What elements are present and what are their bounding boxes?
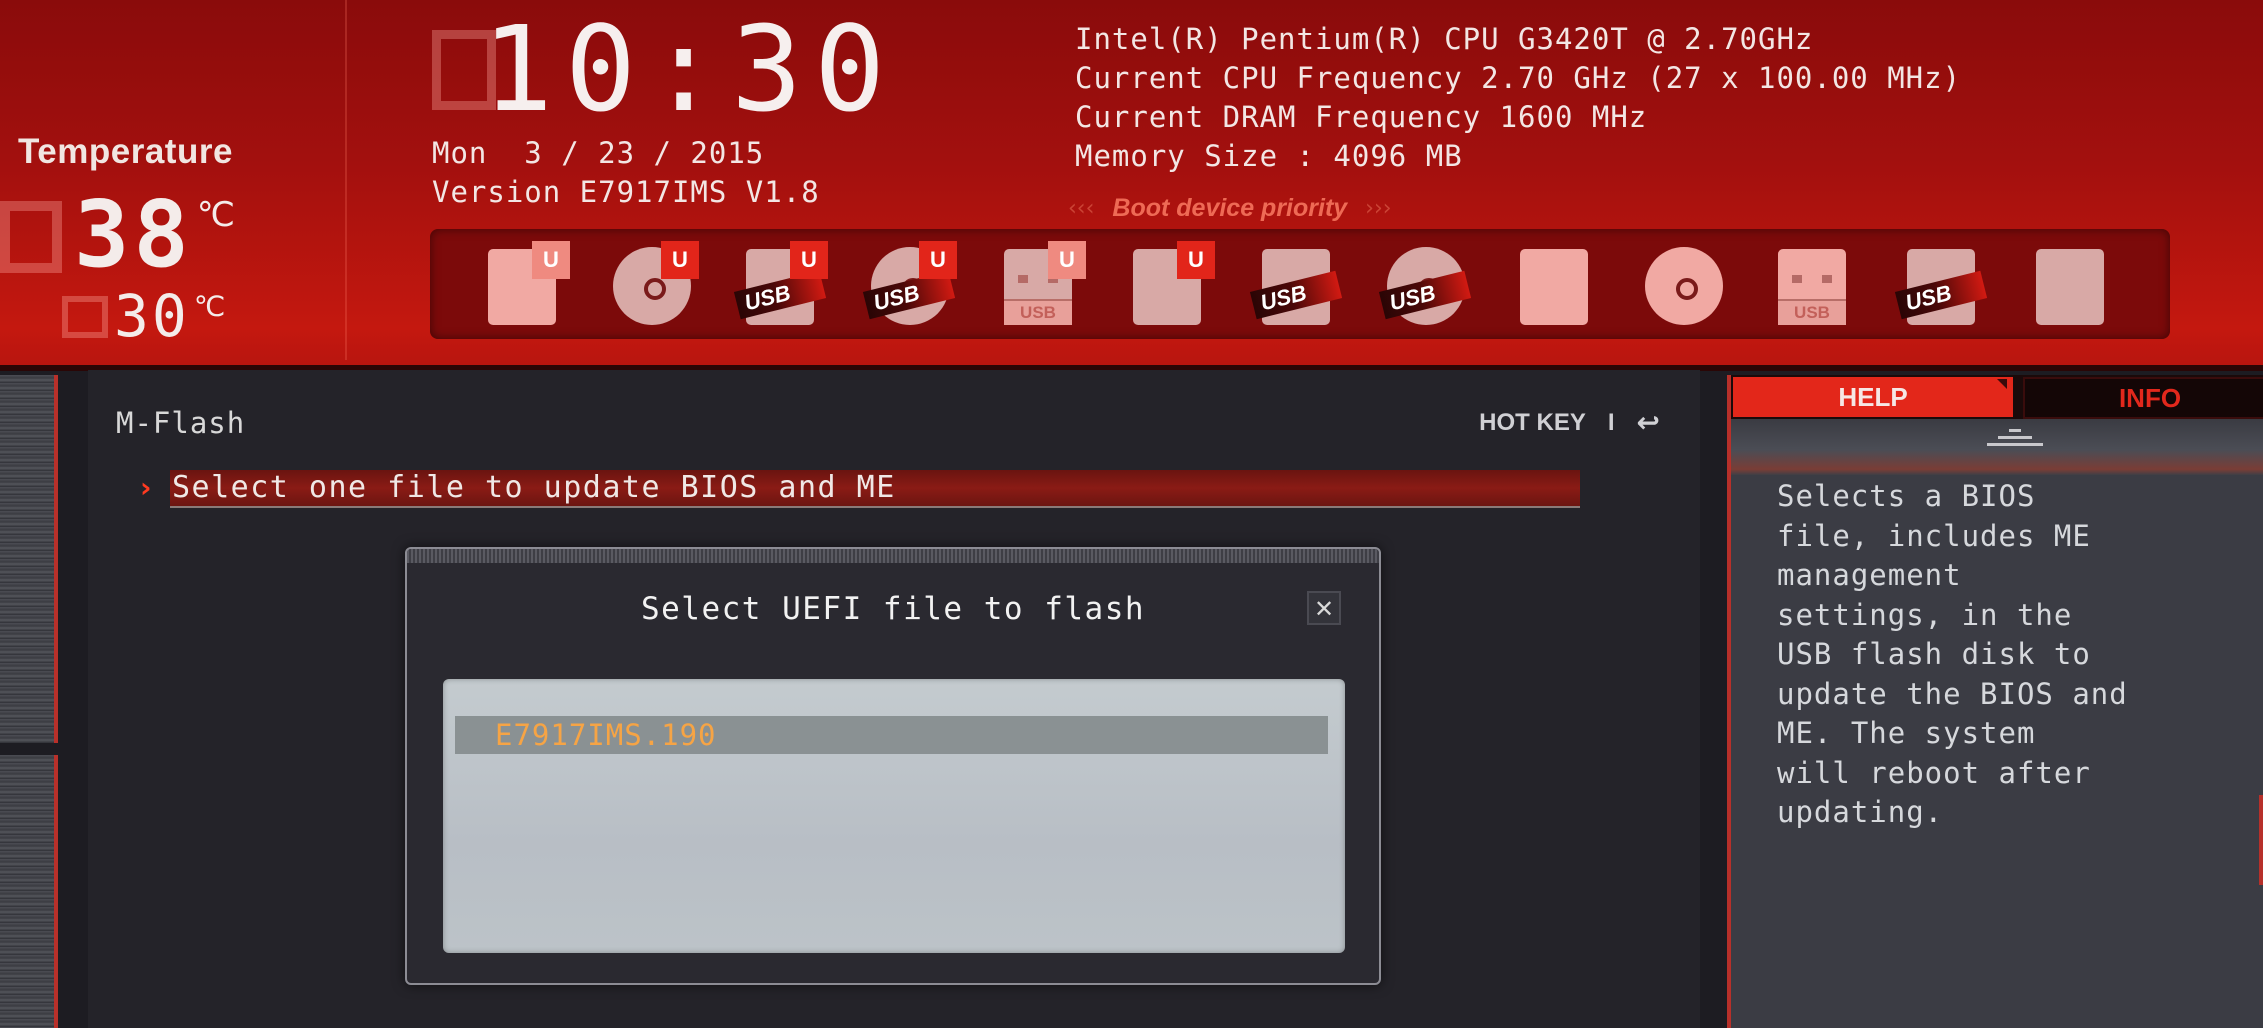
disc-hole	[1676, 278, 1698, 300]
grip-icon	[1987, 425, 2043, 447]
uefi-badge: U	[661, 241, 699, 279]
disc-hole	[644, 278, 666, 300]
file-name: E7917IMS.190	[495, 718, 717, 752]
boot-device-hard-disk[interactable]	[1512, 241, 1602, 327]
usb-key-contact	[1822, 275, 1832, 283]
header-bar: Temperature 38 ℃ 30 ℃ 10:30 Mon 3 / 23 /…	[0, 0, 2263, 371]
bios-version: Version E7917IMS V1.8	[432, 175, 820, 209]
boot-device-uefi-usb-key[interactable]: USB U	[996, 241, 1086, 327]
boot-priority-label: Boot device priority	[1112, 194, 1348, 222]
board-temperature: 30 ℃	[62, 282, 226, 350]
boot-device-network[interactable]	[2028, 241, 2118, 327]
ghost-digit	[0, 201, 62, 273]
cpu-model: Intel(R) Pentium(R) CPU G3420T @ 2.70GHz	[1075, 22, 1814, 56]
usb-label: USB	[1004, 299, 1072, 325]
boot-device-optical-disk[interactable]	[1641, 241, 1731, 327]
chevron-right-icon: ›	[140, 471, 152, 504]
close-icon[interactable]: ✕	[1307, 591, 1341, 625]
scroll-right-icon[interactable]: ›››	[1365, 196, 1391, 221]
help-panel-handle[interactable]	[1731, 419, 2263, 475]
dialog-title: Select UEFI file to flash	[640, 591, 1146, 627]
boot-device-usb-key[interactable]: USB	[1770, 241, 1860, 327]
usb-key-contact	[1018, 275, 1028, 283]
uefi-badge: U	[532, 241, 570, 279]
cpu-temperature-value: 38	[74, 181, 193, 288]
usb-label: USB	[1778, 299, 1846, 325]
uefi-badge: U	[919, 241, 957, 279]
tab-help[interactable]: HELP	[1733, 377, 2013, 417]
temperature-label: Temperature	[18, 132, 233, 171]
oc-side-tab[interactable]	[0, 755, 58, 1028]
boot-device-usb-hard-disk[interactable]: USB	[1249, 241, 1344, 327]
file-list: E7917IMS.190	[443, 679, 1345, 953]
cpu-frequency: Current CPU Frequency 2.70 GHz (27 x 100…	[1075, 61, 1962, 95]
boot-device-uefi-network[interactable]: U	[1125, 241, 1215, 327]
help-tabs: HELP INFO	[1731, 375, 2263, 419]
uefi-badge: U	[1177, 241, 1215, 279]
clock-time: 10:30	[482, 0, 898, 138]
system-info: Intel(R) Pentium(R) CPU G3420T @ 2.70GHz…	[1075, 20, 1961, 176]
network-icon	[2036, 249, 2104, 325]
select-file-dialog: Select UEFI file to flash ✕ E7917IMS.190	[405, 547, 1381, 985]
boot-priority-header: ‹‹‹ Boot device priority ›››	[1068, 194, 1392, 223]
usb-key-contact	[1792, 275, 1802, 283]
boot-device-bar: U U USB U USB U USB U U USB USB USB USB	[430, 229, 2170, 339]
settings-side-tab[interactable]	[0, 375, 58, 743]
help-text: Selects a BIOS file, includes ME managem…	[1777, 479, 2128, 829]
clock-date: Mon 3 / 23 / 2015	[432, 136, 765, 170]
dram-frequency: Current DRAM Frequency 1600 MHz	[1075, 100, 1648, 134]
dialog-title-bar[interactable]	[407, 549, 1379, 563]
hotkey-separator: I	[1607, 408, 1615, 436]
ghost-digit	[62, 296, 108, 338]
hdd-icon	[1520, 249, 1588, 325]
celsius-unit: ℃	[193, 290, 226, 323]
boot-device-usb-optical-disk[interactable]: USB	[1378, 241, 1473, 327]
uefi-badge: U	[790, 241, 828, 279]
help-panel: HELP INFO Selects a BIOS file, includes …	[1727, 375, 2263, 1028]
boot-device-uefi-hard-disk[interactable]: U	[480, 241, 570, 327]
help-scrollbar[interactable]	[2259, 795, 2263, 885]
uefi-badge: U	[1048, 241, 1086, 279]
clock: 10:30	[432, 0, 898, 138]
hotkey-area: HOT KEY I ↩	[1479, 406, 1660, 439]
boot-device-uefi-usb-hard-disk[interactable]: USB U	[733, 241, 828, 327]
memory-size: Memory Size : 4096 MB	[1075, 139, 1463, 173]
boot-device-usb-floppy[interactable]: USB	[1894, 241, 1989, 327]
back-icon[interactable]: ↩	[1637, 406, 1660, 439]
page-title: M-Flash	[116, 406, 246, 440]
cpu-temperature: 38 ℃	[0, 181, 235, 288]
menu-item-select-file[interactable]: › Select one file to update BIOS and ME	[140, 470, 1580, 508]
tab-info[interactable]: INFO	[2023, 377, 2263, 419]
celsius-unit: ℃	[196, 195, 235, 235]
board-temperature-value: 30	[114, 282, 190, 350]
header-divider	[345, 0, 347, 360]
boot-device-uefi-optical-disk[interactable]: U	[609, 241, 699, 327]
boot-device-uefi-usb-optical-disk[interactable]: USB U	[862, 241, 957, 327]
menu-item-label: Select one file to update BIOS and ME	[172, 470, 896, 505]
hotkey-button[interactable]: HOT KEY	[1479, 409, 1586, 437]
scroll-left-icon[interactable]: ‹‹‹	[1068, 196, 1094, 221]
file-list-item[interactable]: E7917IMS.190	[455, 716, 1328, 754]
